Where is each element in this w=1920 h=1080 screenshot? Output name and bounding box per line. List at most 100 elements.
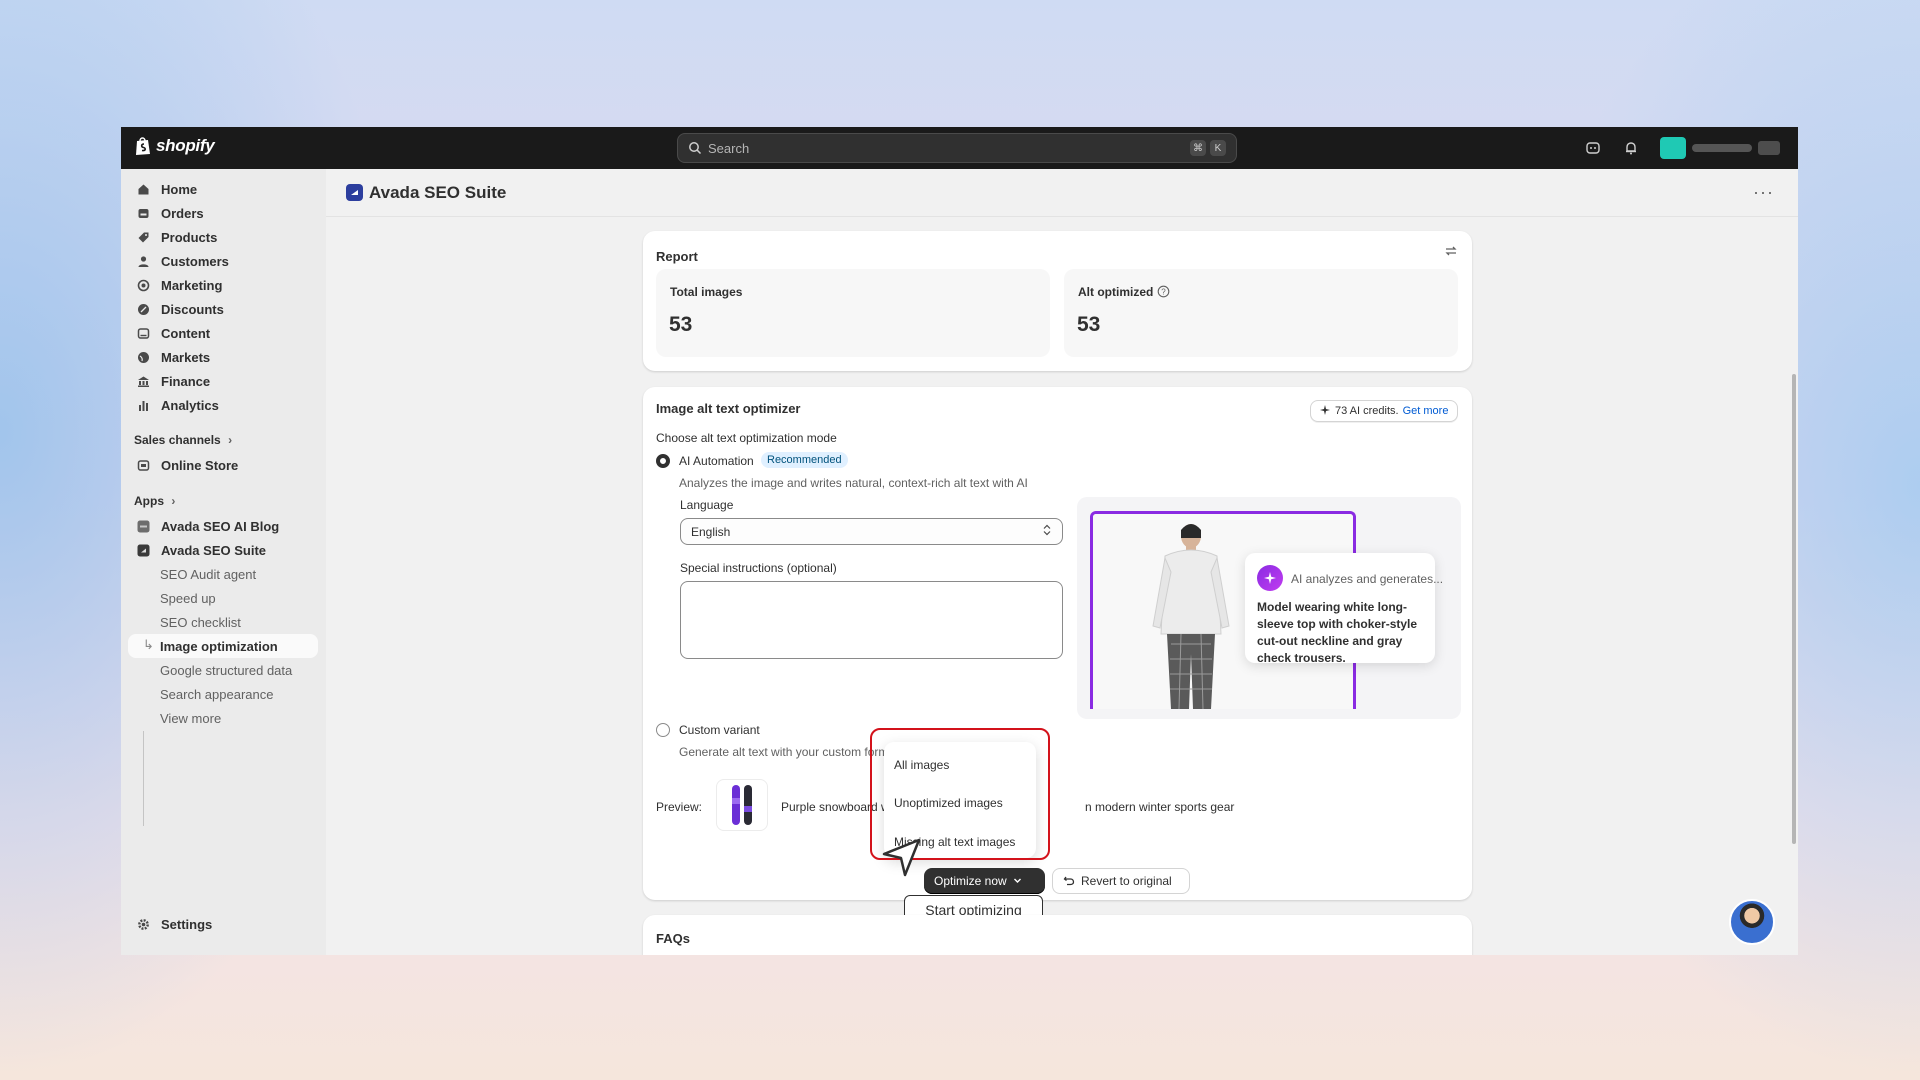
- sidebar-item-home[interactable]: Home: [128, 177, 318, 201]
- preview-label: Preview:: [656, 800, 703, 814]
- kbd-cmd: ⌘: [1190, 140, 1206, 156]
- store-avatar: [1660, 137, 1686, 159]
- search-bar[interactable]: Search ⌘ K: [677, 133, 1237, 163]
- storefront-icon: [137, 459, 150, 472]
- person-icon: [137, 255, 150, 268]
- home-icon: [137, 183, 150, 196]
- scrollbar-thumb[interactable]: [1792, 374, 1796, 844]
- store-tag-redacted: [1758, 141, 1780, 155]
- sidebar-item-customers[interactable]: Customers: [128, 249, 318, 273]
- sidebar-item-markets[interactable]: Markets: [128, 345, 318, 369]
- sidebar-subitem-search-appearance[interactable]: Search appearance: [128, 682, 318, 706]
- ai-analyzing-text: AI analyzes and generates...: [1291, 572, 1444, 586]
- alt-optimized-value: 53: [1077, 313, 1101, 336]
- ai-credits-text: 73 AI credits.: [1335, 405, 1399, 417]
- preview-text-end: n modern winter sports gear: [1085, 800, 1235, 814]
- sidebar-item-label: Products: [161, 229, 218, 245]
- optimizer-title: Image alt text optimizer: [656, 401, 801, 416]
- ai-sparkle-icon: [1257, 565, 1283, 591]
- sidebar-item-label: Finance: [161, 373, 211, 389]
- target-icon: [137, 279, 150, 292]
- sidebar-item-avada-seo-suite[interactable]: Avada SEO Suite: [128, 538, 318, 562]
- svg-text:?: ?: [1161, 288, 1166, 297]
- language-select[interactable]: English: [680, 518, 1063, 545]
- sidebar-subitem-view-more[interactable]: View more: [128, 706, 318, 730]
- search-icon: [689, 142, 702, 155]
- shopify-bag-icon: [136, 137, 150, 155]
- language-label: Language: [680, 498, 734, 512]
- sub-item-label: SEO checklist: [160, 614, 241, 630]
- search-placeholder: Search: [708, 140, 750, 156]
- custom-variant-label[interactable]: Custom variant: [679, 723, 760, 737]
- faqs-title: FAQs: [656, 931, 690, 946]
- ai-automation-description: Analyzes the image and writes natural, c…: [679, 476, 1028, 490]
- language-value: English: [691, 524, 731, 539]
- page-title: Avada SEO Suite: [369, 182, 507, 202]
- help-circle-icon[interactable]: ?: [1157, 285, 1170, 303]
- bell-icon[interactable]: [1622, 139, 1640, 157]
- special-instructions-textarea[interactable]: [680, 581, 1063, 659]
- sidebar-item-discounts[interactable]: Discounts: [128, 297, 318, 321]
- sidebar-item-online-store[interactable]: Online Store: [128, 453, 318, 477]
- support-avatar[interactable]: [1729, 899, 1775, 945]
- sub-item-label: Search appearance: [160, 686, 274, 702]
- top-bar: shopify Search ⌘ K: [121, 127, 1798, 169]
- main-content: Avada SEO Suite ··· Report Total images …: [326, 169, 1798, 955]
- content-icon: [137, 327, 150, 340]
- ai-automation-radio[interactable]: [656, 454, 670, 468]
- sidebar-item-orders[interactable]: Orders: [128, 201, 318, 225]
- discount-icon: [137, 303, 150, 316]
- sidebar-subitem-image-optimization[interactable]: ↳ Image optimization: [128, 634, 318, 658]
- main-scrollbar[interactable]: [1790, 169, 1798, 955]
- sidebar-item-marketing[interactable]: Marketing: [128, 273, 318, 297]
- apps-heading[interactable]: Apps ›: [134, 494, 175, 508]
- chevron-right-icon: ›: [228, 433, 233, 447]
- total-images-stat: Total images 53: [656, 269, 1050, 357]
- ai-automation-label[interactable]: AI Automation: [679, 454, 754, 468]
- sidekick-icon[interactable]: [1584, 139, 1602, 157]
- refresh-icon[interactable]: [1444, 244, 1458, 263]
- select-chevron-icon: [1042, 524, 1052, 539]
- sidebar-item-avada-seo-ai-blog[interactable]: Avada SEO AI Blog: [128, 514, 318, 538]
- sidebar-subitem-seo-audit-agent[interactable]: SEO Audit agent: [128, 562, 318, 586]
- sidebar-item-label: Orders: [161, 205, 204, 221]
- shopify-logo[interactable]: shopify: [135, 136, 215, 156]
- sidebar-item-label: Markets: [161, 349, 211, 365]
- recommended-badge: Recommended: [761, 452, 848, 468]
- mode-label: Choose alt text optimization mode: [656, 431, 837, 445]
- sidebar: Home Orders Products Customers Marketing…: [121, 169, 326, 955]
- sidebar-item-content[interactable]: Content: [128, 321, 318, 345]
- ai-credits-button[interactable]: 73 AI credits. Get more: [1310, 400, 1458, 422]
- sidebar-item-finance[interactable]: Finance: [128, 369, 318, 393]
- sidebar-item-settings[interactable]: Settings: [128, 912, 318, 936]
- avada-blog-app-icon: [137, 520, 150, 533]
- optimize-now-button[interactable]: Optimize now: [924, 868, 1045, 894]
- ai-result-card: AI analyzes and generates... Model weari…: [1245, 553, 1443, 665]
- sidebar-item-label: Content: [161, 325, 211, 341]
- store-account-menu[interactable]: [1660, 135, 1784, 161]
- preview-thumbnail: [716, 779, 768, 831]
- revert-to-original-button[interactable]: Revert to original: [1052, 868, 1190, 894]
- sidebar-item-products[interactable]: Products: [128, 225, 318, 249]
- kbd-k: K: [1210, 140, 1226, 156]
- sales-channels-label: Sales channels: [134, 433, 221, 447]
- sales-channels-heading[interactable]: Sales channels ›: [134, 433, 232, 447]
- sidebar-subitem-speed-up[interactable]: Speed up: [128, 586, 318, 610]
- app-header: Avada SEO Suite ···: [326, 169, 1798, 217]
- special-instructions-label: Special instructions (optional): [680, 561, 837, 575]
- sidebar-item-label: Avada SEO AI Blog: [161, 518, 280, 534]
- more-actions-icon[interactable]: ···: [1753, 182, 1774, 203]
- sub-item-label: SEO Audit agent: [160, 566, 257, 582]
- bar-chart-icon: [137, 399, 150, 412]
- sidebar-item-analytics[interactable]: Analytics: [128, 393, 318, 417]
- sidebar-item-label: Home: [161, 181, 198, 197]
- sidebar-subitem-google-structured-data[interactable]: Google structured data: [128, 658, 318, 682]
- ai-generated-alt-text: Model wearing white long-sleeve top with…: [1257, 600, 1418, 665]
- bank-icon: [137, 375, 150, 388]
- sidebar-subitem-seo-checklist[interactable]: SEO checklist: [128, 610, 318, 634]
- get-more-link[interactable]: Get more: [1403, 405, 1449, 417]
- ai-demo-panel: AI analyzes and generates... Model weari…: [1077, 497, 1461, 719]
- chevron-right-icon: ›: [171, 494, 176, 508]
- custom-variant-radio[interactable]: [656, 723, 670, 737]
- avada-suite-app-icon: [137, 544, 150, 557]
